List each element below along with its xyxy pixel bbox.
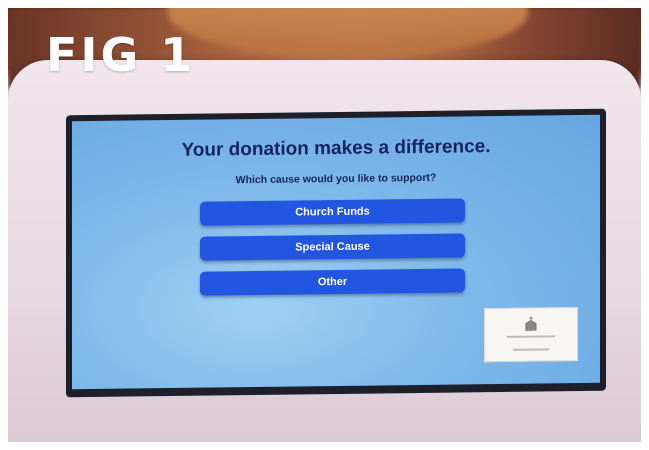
other-button[interactable]: Other <box>200 268 465 296</box>
cause-prompt: Which cause would you like to support? <box>235 171 437 187</box>
church-funds-button[interactable]: Church Funds <box>200 198 465 226</box>
logo-text-line <box>513 348 549 351</box>
logo-card <box>484 307 578 363</box>
headline: Your donation makes a difference. <box>181 136 491 161</box>
figure-label: FIG 1 <box>46 28 196 82</box>
kiosk-photo: Your donation makes a difference. Which … <box>8 8 641 442</box>
kiosk-screen: Your donation makes a difference. Which … <box>66 108 606 398</box>
donation-display: Your donation makes a difference. Which … <box>72 114 600 390</box>
church-logo-icon <box>525 316 537 331</box>
special-cause-button[interactable]: Special Cause <box>200 233 465 261</box>
logo-text-line <box>507 335 555 338</box>
